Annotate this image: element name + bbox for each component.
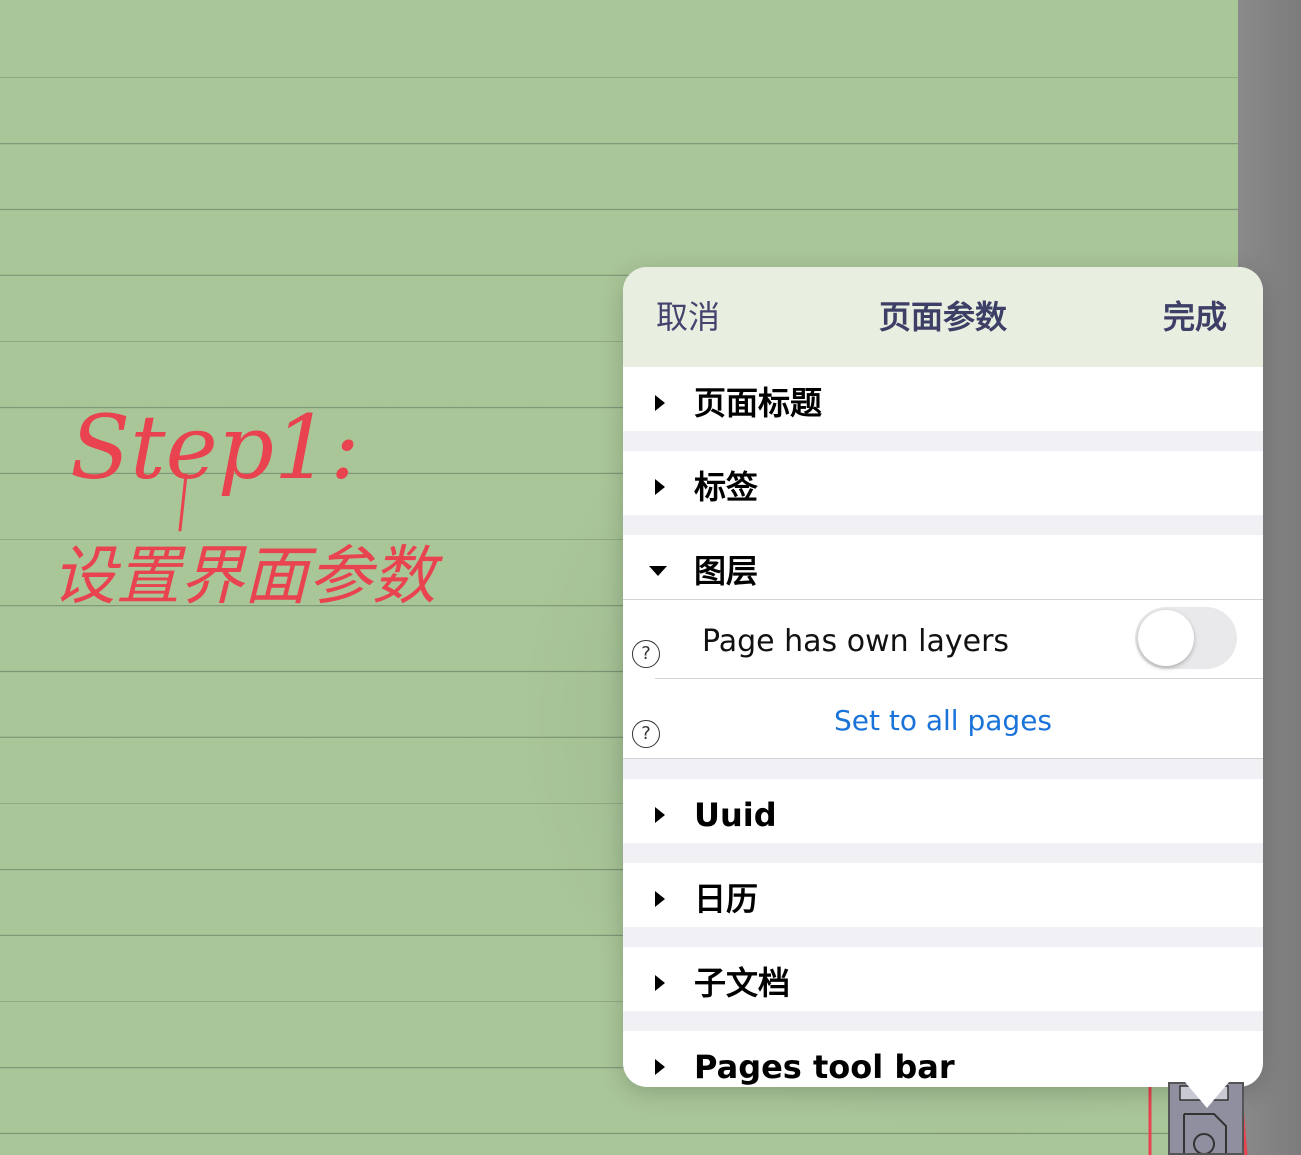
triangle-down-icon — [649, 566, 667, 576]
cancel-button[interactable]: 取消 — [656, 297, 720, 337]
popover-pointer — [1185, 1082, 1229, 1108]
divider — [655, 678, 1263, 679]
section-tags[interactable]: 标签 — [623, 455, 1263, 519]
done-button[interactable]: 完成 — [1163, 297, 1227, 337]
section-label: 图层 — [694, 552, 759, 590]
divider — [623, 599, 1263, 600]
section-label: 标签 — [694, 468, 759, 506]
section-label: Uuid — [694, 796, 777, 834]
section-label: 子文档 — [694, 964, 791, 1002]
section-gap — [623, 759, 1263, 779]
triangle-right-icon — [655, 975, 665, 991]
section-label: Pages tool bar — [694, 1048, 955, 1086]
own-layers-label: Page has own layers — [702, 624, 1010, 659]
section-gap — [623, 515, 1263, 535]
section-sub-docs[interactable]: 子文档 — [623, 951, 1263, 1015]
section-page-title[interactable]: 页面标题 — [623, 371, 1263, 435]
section-gap — [623, 1011, 1263, 1031]
section-calendar[interactable]: 日历 — [623, 867, 1263, 931]
triangle-right-icon — [655, 479, 665, 495]
triangle-right-icon — [655, 807, 665, 823]
section-label: 日历 — [694, 880, 759, 918]
notebook-canvas[interactable]: Step1: 设置界面参数 关掉 应用到所有 界面 页面参数 取消 完成 页面标… — [0, 0, 1301, 1155]
help-circle-icon[interactable]: ? — [632, 640, 660, 668]
own-layers-toggle[interactable] — [1135, 607, 1237, 669]
triangle-right-icon — [655, 395, 665, 411]
section-pages-toolbar[interactable]: Pages tool bar — [623, 1035, 1263, 1087]
annotation-step-desc: 设置界面参数 — [52, 540, 444, 614]
set-to-all-pages-button[interactable]: Set to all pages — [623, 701, 1263, 741]
section-gap — [623, 843, 1263, 863]
section-gap — [623, 431, 1263, 451]
popover-header: 页面参数 取消 完成 — [623, 267, 1263, 367]
section-uuid[interactable]: Uuid — [623, 783, 1263, 847]
section-layers[interactable]: 图层 — [623, 539, 1263, 603]
toggle-knob — [1138, 610, 1194, 666]
triangle-right-icon — [655, 1059, 665, 1075]
section-gap — [623, 927, 1263, 947]
section-label: 页面标题 — [694, 384, 823, 422]
annotation-step: Step1: — [70, 396, 360, 499]
triangle-right-icon — [655, 891, 665, 907]
page-params-popover: 页面参数 取消 完成 页面标题 标签 图层 ? Page has own lay… — [623, 267, 1263, 1087]
